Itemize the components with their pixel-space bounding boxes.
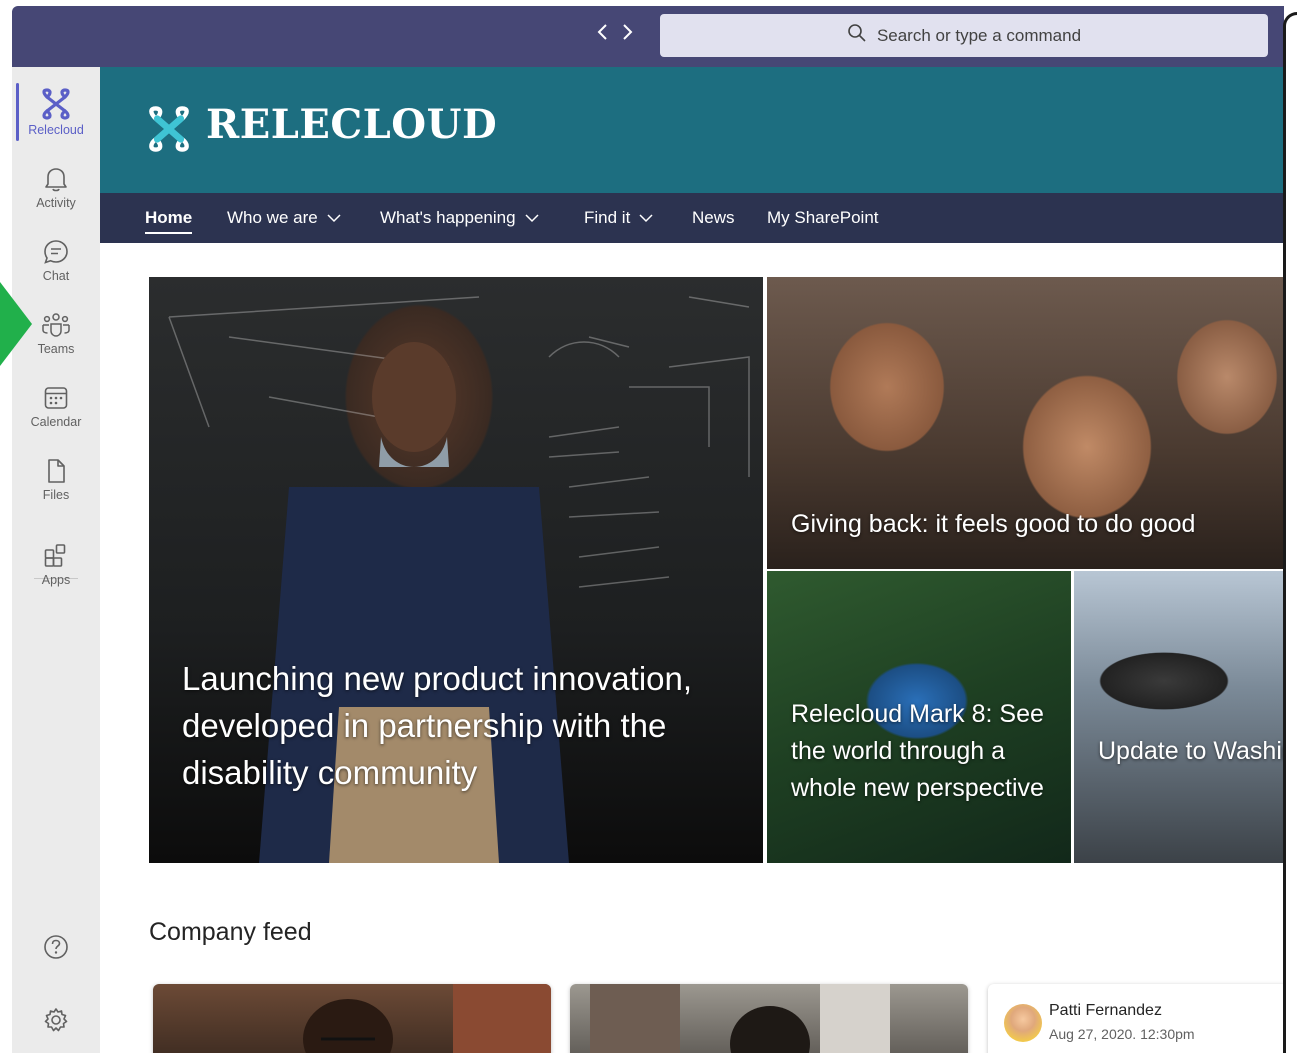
nav-item-home[interactable]: Home <box>145 193 193 243</box>
hero-tile-mark-8[interactable]: Relecloud Mark 8: See the world through … <box>767 571 1071 863</box>
chevron-down-icon <box>525 214 539 223</box>
hero-tile-title: Update to Washington Dro Laws <box>1098 737 1284 765</box>
apps-grid-icon <box>44 543 66 567</box>
site-header: RELECLOUD <box>100 67 1284 193</box>
nav-item-find-it[interactable]: Find it <box>584 193 654 243</box>
avatar[interactable] <box>1004 1004 1042 1042</box>
hero-tile-main[interactable]: Launching new product innovation, develo… <box>149 277 763 863</box>
rail-item-calendar[interactable]: Calendar <box>12 373 100 439</box>
rail-label: Relecloud <box>28 122 84 137</box>
help-circle-icon <box>44 934 68 959</box>
hero-tile-title: Relecloud Mark 8: See the world through … <box>791 700 1044 802</box>
nav-label: Who we are <box>227 208 318 227</box>
nav-item-whats-happening[interactable]: What's happening <box>380 193 540 243</box>
active-nav-underline <box>145 232 193 234</box>
rail-item-relecloud[interactable]: Relecloud <box>12 79 100 145</box>
rail-label: Teams <box>37 341 75 356</box>
calendar-icon <box>44 386 68 409</box>
app-rail: Relecloud Activity Chat Teams Calendar F… <box>12 67 100 1053</box>
history-arrows <box>596 22 634 47</box>
help-button[interactable] <box>12 915 100 981</box>
rail-item-activity[interactable]: Activity <box>12 154 100 220</box>
nav-label: What's happening <box>380 208 516 227</box>
search-placeholder: Search or type a command <box>876 25 1082 45</box>
teams-pointer-arrow <box>0 282 32 366</box>
bell-icon <box>45 167 67 191</box>
people-group-icon <box>42 312 70 337</box>
hero-tile-drone-laws[interactable]: Update to Washington Dro Laws <box>1074 571 1284 863</box>
device-bezel <box>1283 12 1297 1053</box>
rail-item-files[interactable]: Files <box>12 446 100 512</box>
nav-item-who-we-are[interactable]: Who we are <box>227 193 342 243</box>
feed-image <box>303 984 551 1053</box>
post-author[interactable]: Patti Fernandez <box>1049 1002 1162 1020</box>
feed-card[interactable] <box>153 984 551 1053</box>
teams-window: Search or type a command Relecloud Activ… <box>12 6 1284 1053</box>
company-feed-heading: Company feed <box>149 918 312 946</box>
relecloud-logo-icon <box>42 87 70 120</box>
feed-post-card[interactable]: Patti Fernandez Aug 27, 2020. 12:30pm <box>988 984 1284 1053</box>
chat-bubble-icon <box>44 239 68 264</box>
nav-label: Find it <box>584 208 631 227</box>
gear-icon <box>44 1007 68 1031</box>
relecloud-logo-icon[interactable] <box>144 105 194 153</box>
rail-label: Files <box>42 487 70 502</box>
back-arrow-icon[interactable] <box>596 22 610 47</box>
nav-item-my-sharepoint[interactable]: My SharePoint <box>767 193 879 243</box>
hero-main-title: Launching new product innovation, develo… <box>182 660 693 791</box>
feed-image <box>590 984 890 1053</box>
rail-label: Activity <box>36 195 76 210</box>
command-search-box[interactable]: Search or type a command <box>660 14 1268 57</box>
chevron-down-icon <box>327 214 341 223</box>
nav-label: My SharePoint <box>767 208 879 227</box>
nav-label: Home <box>145 208 193 227</box>
site-navigation: Home Who we are What's happening Find it… <box>100 193 1284 243</box>
rail-item-apps[interactable]: Apps <box>12 531 100 597</box>
chevron-down-icon <box>639 214 653 223</box>
feed-card[interactable] <box>570 984 968 1053</box>
hero-tile-giving-back[interactable]: Giving back: it feels good to do good <box>767 277 1284 569</box>
hero-tile-title: Giving back: it feels good to do good <box>791 510 1196 538</box>
forward-arrow-icon[interactable] <box>620 22 634 47</box>
nav-label: News <box>692 208 735 227</box>
rail-label: Apps <box>41 572 71 587</box>
rail-label: Calendar <box>30 414 82 429</box>
rail-label: Chat <box>42 268 70 283</box>
site-title[interactable]: RELECLOUD <box>206 101 497 148</box>
document-icon <box>48 458 65 483</box>
post-timestamp: Aug 27, 2020. 12:30pm <box>1049 1026 1195 1042</box>
title-bar: Search or type a command <box>12 6 1284 67</box>
nav-item-news[interactable]: News <box>692 193 735 243</box>
settings-button[interactable] <box>12 988 100 1053</box>
search-icon <box>847 23 867 48</box>
